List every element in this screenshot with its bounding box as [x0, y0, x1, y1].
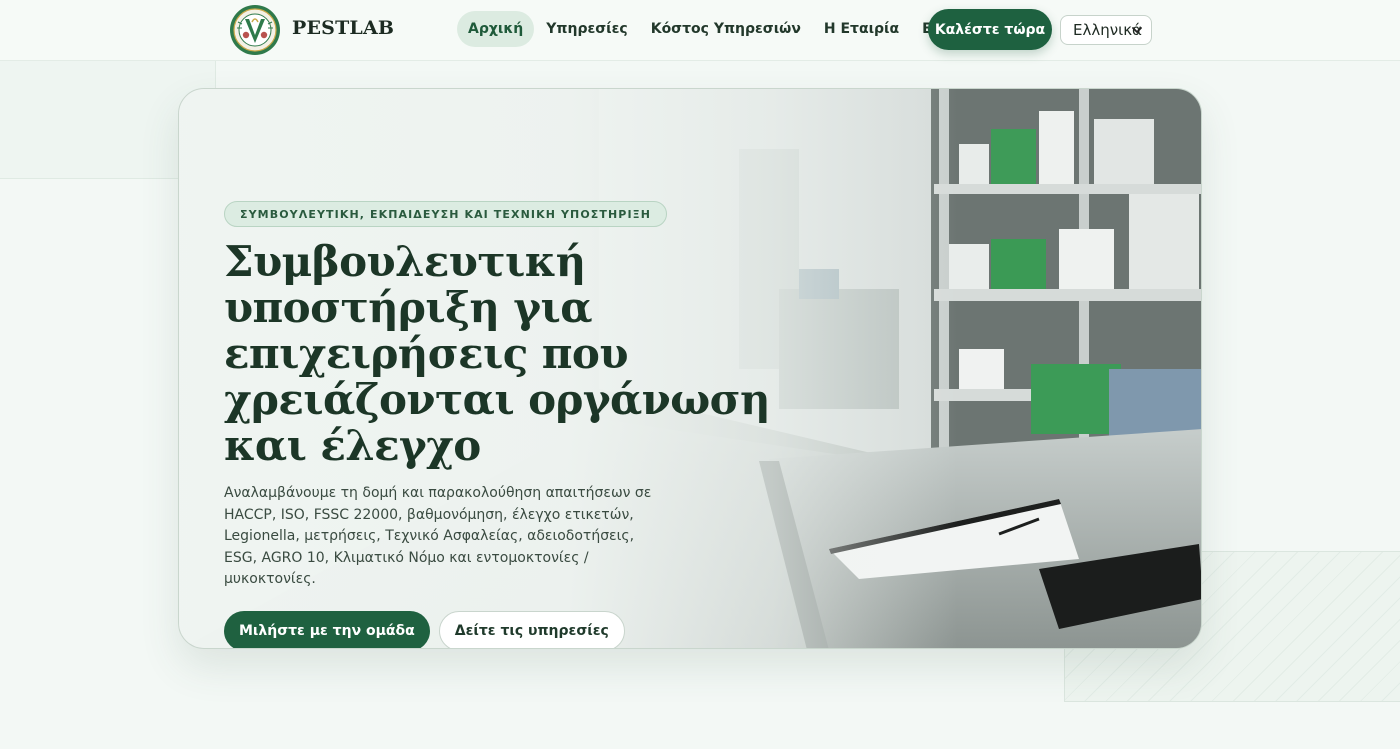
hero-actions: Μιλήστε με την ομάδα Δείτε τις υπηρεσίες	[224, 610, 864, 648]
call-now-button[interactable]: Καλέστε τώρα	[928, 9, 1052, 50]
pestlab-logo[interactable]	[228, 4, 282, 56]
brand-name[interactable]: PESTLAB	[292, 17, 394, 39]
chevron-down-icon	[1132, 27, 1142, 33]
hero-title: Συμβουλευτική υποστήριξη για επιχειρήσει…	[224, 237, 771, 470]
nav-item-home[interactable]: Αρχική	[457, 11, 535, 47]
language-select[interactable]: Ελληνικά	[1060, 15, 1152, 45]
view-services-button[interactable]: Δείτε τις υπηρεσίες	[438, 610, 625, 648]
hero-section: ΣΥΜΒΟΥΛΕΥΤΙΚΗ, ΕΚΠΑΙΔΕΥΣΗ ΚΑΙ ΤΕΧΝΙΚΗ ΥΠ…	[178, 88, 1202, 649]
site-header: PESTLAB Αρχική Υπηρεσίες Κόστος Υπηρεσιώ…	[0, 0, 1400, 61]
hero-content: ΣΥΜΒΟΥΛΕΥΤΙΚΗ, ΕΚΠΑΙΔΕΥΣΗ ΚΑΙ ΤΕΧΝΙΚΗ ΥΠ…	[224, 201, 864, 648]
talk-to-team-button[interactable]: Μιλήστε με την ομάδα	[224, 610, 430, 648]
hero-eyebrow-badge: ΣΥΜΒΟΥΛΕΥΤΙΚΗ, ΕΚΠΑΙΔΕΥΣΗ ΚΑΙ ΤΕΧΝΙΚΗ ΥΠ…	[224, 201, 668, 227]
hero-description: Αναλαμβάνουμε τη δομή και παρακολούθηση …	[224, 485, 652, 587]
nav-item-company[interactable]: Η Εταιρία	[813, 11, 910, 47]
nav-item-pricing[interactable]: Κόστος Υπηρεσιών	[640, 11, 812, 47]
nav-item-services[interactable]: Υπηρεσίες	[535, 11, 638, 47]
